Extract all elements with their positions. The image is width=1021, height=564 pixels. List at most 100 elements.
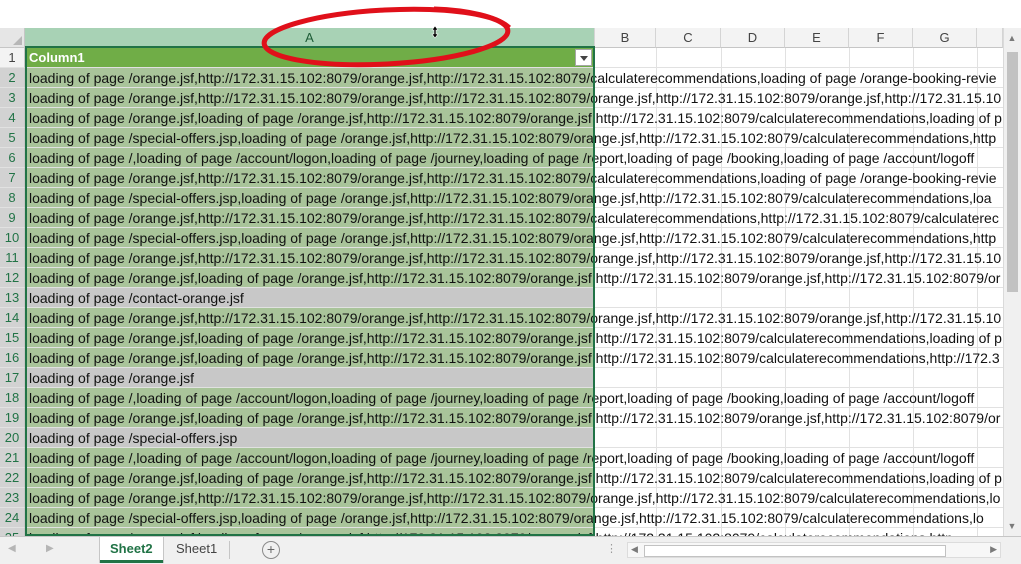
table-row (25, 168, 1003, 188)
table-row (25, 348, 1003, 368)
tab-sheet1[interactable]: Sheet1 (166, 537, 227, 563)
cell-a[interactable] (25, 408, 594, 427)
row-header[interactable]: 17 (0, 368, 25, 388)
row-header[interactable]: 13 (0, 288, 25, 308)
cell-a[interactable] (25, 108, 594, 127)
row-header[interactable]: 11 (0, 248, 25, 268)
row-header[interactable]: 1 (0, 48, 25, 68)
worksheet-grid[interactable]: A B C D E F G 1 2 3 4 5 6 7 8 9 10 11 12 13 14 15 16 17 1… (0, 0, 1003, 536)
cell-a[interactable] (25, 308, 594, 327)
table-row (25, 508, 1003, 528)
cell-a[interactable] (25, 448, 594, 467)
column-header-f[interactable]: F (849, 28, 913, 48)
cell-a[interactable] (25, 528, 594, 536)
cell-a[interactable] (25, 368, 594, 387)
table-header-cell[interactable] (25, 48, 594, 67)
vertical-scroll-thumb[interactable] (1007, 52, 1018, 292)
table-row (25, 428, 1003, 448)
row-header[interactable]: 6 (0, 148, 25, 168)
tab-scroll-right-icon[interactable]: ▶ (46, 543, 54, 554)
split-handle-icon[interactable]: ⋮ (606, 542, 617, 555)
cell-a[interactable] (25, 268, 594, 287)
cell-a[interactable] (25, 388, 594, 407)
cell-a[interactable] (25, 148, 594, 167)
row-header[interactable]: 24 (0, 508, 25, 528)
row-header[interactable]: 8 (0, 188, 25, 208)
cell-a[interactable] (25, 168, 594, 187)
column-header-e[interactable]: E (785, 28, 849, 48)
row-header[interactable]: 7 (0, 168, 25, 188)
row-header[interactable]: 23 (0, 488, 25, 508)
cell-a[interactable] (25, 488, 594, 507)
column-header-b[interactable]: B (595, 28, 656, 48)
table-row (25, 488, 1003, 508)
cell-a[interactable] (25, 468, 594, 487)
gridline (656, 48, 657, 536)
table-row (25, 448, 1003, 468)
table-row (25, 148, 1003, 168)
cell-a[interactable] (25, 288, 594, 307)
row-header[interactable]: 16 (0, 348, 25, 368)
table-row (25, 388, 1003, 408)
cell-a[interactable] (25, 88, 594, 107)
horizontal-scroll-thumb[interactable] (644, 545, 946, 557)
table-row (25, 48, 1003, 68)
table-row (25, 328, 1003, 348)
table-row (25, 528, 1003, 536)
cell-a[interactable] (25, 128, 594, 147)
cell-a[interactable] (25, 428, 594, 447)
table-row (25, 228, 1003, 248)
row-header[interactable]: 3 (0, 88, 25, 108)
vertical-scrollbar[interactable]: ▲ ▼ (1003, 28, 1021, 536)
filter-dropdown-button[interactable] (575, 49, 592, 66)
row-header[interactable]: 19 (0, 408, 25, 428)
cell-a[interactable] (25, 508, 594, 527)
select-all-corner[interactable] (0, 28, 25, 48)
row-header[interactable]: 5 (0, 128, 25, 148)
row-header[interactable]: 12 (0, 268, 25, 288)
scroll-up-icon[interactable]: ▲ (1004, 30, 1020, 46)
row-header[interactable]: 25 (0, 528, 25, 536)
row-header[interactable]: 15 (0, 328, 25, 348)
table-row (25, 88, 1003, 108)
row-header[interactable]: 20 (0, 428, 25, 448)
table-row (25, 68, 1003, 88)
row-header[interactable]: 18 (0, 388, 25, 408)
table-row (25, 288, 1003, 308)
column-header-partial[interactable] (977, 28, 1003, 48)
sheet-tab-bar: ◀ ▶ Sheet2 Sheet1 + ⋮ ◀ ▶ (0, 536, 1021, 564)
table-row (25, 468, 1003, 488)
row-header[interactable]: 22 (0, 468, 25, 488)
column-header-g[interactable]: G (913, 28, 977, 48)
cell-a[interactable] (25, 188, 594, 207)
scroll-right-icon[interactable]: ▶ (990, 544, 997, 555)
scroll-down-icon[interactable]: ▼ (1004, 518, 1020, 534)
row-header[interactable]: 21 (0, 448, 25, 468)
scroll-left-icon[interactable]: ◀ (631, 544, 638, 555)
column-header-d[interactable]: D (721, 28, 785, 48)
add-sheet-icon[interactable]: + (262, 541, 280, 559)
cell-a[interactable] (25, 248, 594, 267)
gridline (849, 48, 850, 536)
row-header[interactable]: 4 (0, 108, 25, 128)
cell-a[interactable] (25, 328, 594, 347)
table-row (25, 308, 1003, 328)
cell-a[interactable] (25, 68, 594, 87)
table-row (25, 188, 1003, 208)
column-header-c[interactable]: C (656, 28, 721, 48)
horizontal-scrollbar[interactable]: ◀ ▶ (627, 542, 1001, 558)
cell-a[interactable] (25, 348, 594, 367)
row-header[interactable]: 10 (0, 228, 25, 248)
row-header[interactable]: 2 (0, 68, 25, 88)
column-header-a[interactable]: A (25, 28, 595, 48)
tab-scroll-left-icon[interactable]: ◀ (8, 543, 16, 554)
cell-a[interactable] (25, 228, 594, 247)
cell-a[interactable] (25, 208, 594, 227)
row-header[interactable]: 14 (0, 308, 25, 328)
gridline (785, 48, 786, 536)
row-header[interactable]: 9 (0, 208, 25, 228)
tab-sheet2[interactable]: Sheet2 (100, 537, 163, 563)
gridline (977, 48, 978, 536)
table-row (25, 248, 1003, 268)
gridline (721, 48, 722, 536)
